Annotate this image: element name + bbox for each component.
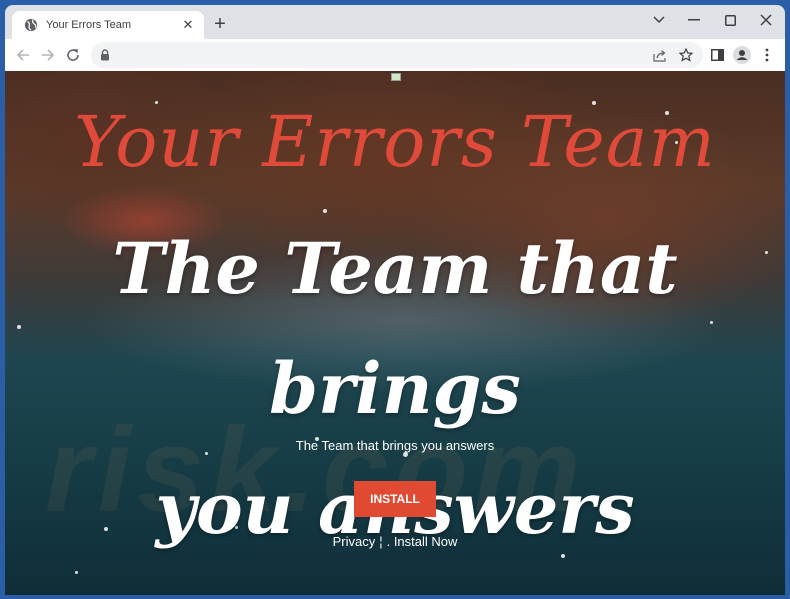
privacy-link[interactable]: Privacy [333, 534, 376, 549]
back-arrow-icon[interactable] [11, 43, 35, 67]
tab-title: Your Errors Team [46, 19, 131, 31]
forward-arrow-icon[interactable] [36, 43, 60, 67]
side-panel-icon[interactable] [707, 45, 727, 65]
tab-strip: Your Errors Team ✕ + [5, 5, 785, 39]
reload-icon[interactable] [61, 43, 85, 67]
maximize-icon[interactable] [712, 5, 748, 35]
menu-icon[interactable] [757, 45, 777, 65]
subheading: The Team that brings you answers [295, 438, 495, 453]
star-dot [75, 571, 78, 574]
install-now-link[interactable]: . Install Now [387, 534, 458, 549]
browser-toolbar [5, 39, 785, 71]
profile-icon[interactable] [732, 45, 752, 65]
address-bar[interactable] [91, 42, 703, 68]
footer-links: Privacy ¦ . Install Now [5, 534, 785, 549]
tab-your-errors-team[interactable]: Your Errors Team ✕ [12, 11, 204, 39]
headline-line-1: The Team that brings [112, 227, 678, 430]
broken-image-icon [391, 73, 401, 81]
tab-close-icon[interactable]: ✕ [180, 17, 196, 33]
share-icon[interactable] [652, 47, 668, 63]
new-tab-button[interactable]: + [208, 13, 232, 37]
globe-icon [24, 18, 38, 32]
minimize-icon[interactable] [676, 5, 712, 35]
tab-search-chevron-down-icon[interactable] [641, 5, 677, 35]
browser-window: Your Errors Team ✕ + risk.com Your Error… [5, 5, 785, 595]
url-input[interactable] [117, 42, 637, 68]
bookmark-star-icon[interactable] [678, 47, 694, 63]
footer-separator: ¦ [379, 534, 383, 549]
close-window-icon[interactable] [748, 5, 784, 35]
install-button[interactable]: INSTALL [354, 481, 436, 517]
page-content: risk.com Your Errors Team The Team that … [5, 71, 785, 595]
brand-title: Your Errors Team [74, 101, 716, 183]
lock-icon[interactable] [97, 47, 113, 63]
